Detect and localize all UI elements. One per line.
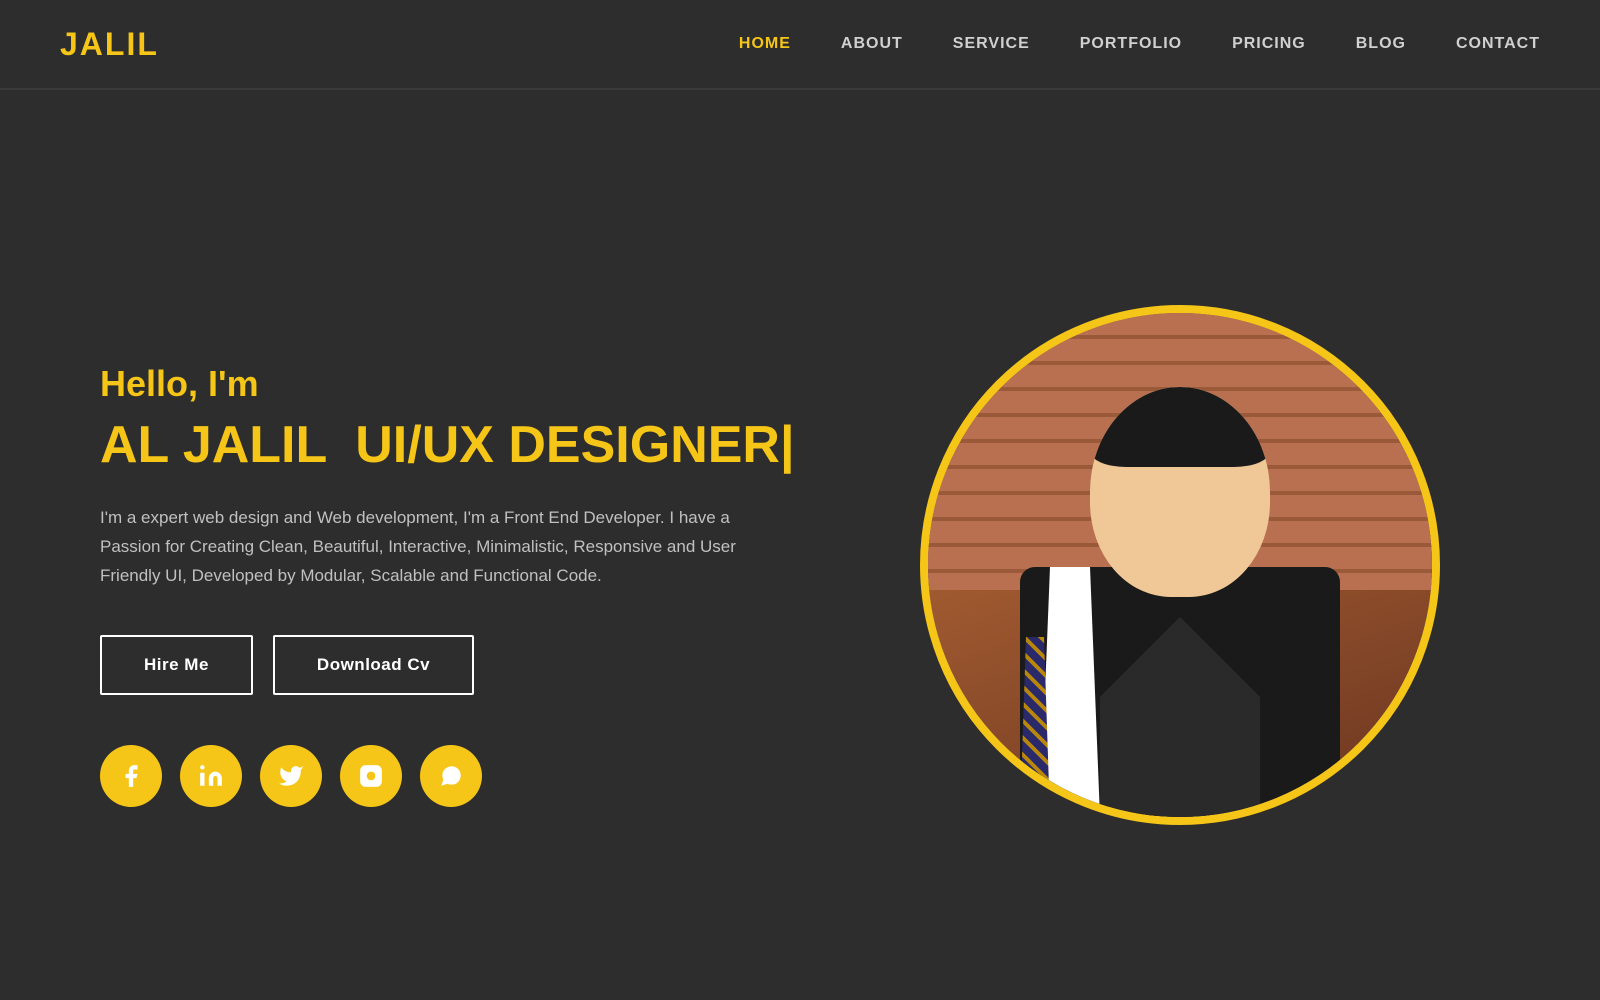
greeting-text: Hello, I'm bbox=[100, 363, 800, 405]
person-suit bbox=[1020, 567, 1340, 817]
nav-blog[interactable]: BLOG bbox=[1356, 35, 1406, 52]
person-head bbox=[1090, 387, 1270, 597]
hero-content: Hello, I'm AL JALIL UI/UX DESIGNER| I'm … bbox=[100, 363, 800, 808]
name-title: AL JALIL UI/UX DESIGNER| bbox=[100, 417, 800, 474]
hero-profile bbox=[920, 305, 1440, 825]
hero-section: Hello, I'm AL JALIL UI/UX DESIGNER| I'm … bbox=[0, 90, 1600, 1000]
nav-links: HOME ABOUT SERVICE PORTFOLIO PRICING BLO… bbox=[739, 35, 1540, 53]
profile-image-circle bbox=[920, 305, 1440, 825]
person-tie bbox=[1020, 637, 1050, 817]
download-cv-button[interactable]: Download Cv bbox=[273, 635, 474, 695]
facebook-icon[interactable] bbox=[100, 745, 162, 807]
title-text: UI/UX DESIGNER| bbox=[355, 416, 794, 474]
nav-contact[interactable]: CONTACT bbox=[1456, 35, 1540, 52]
nav-pricing[interactable]: PRICING bbox=[1232, 35, 1306, 52]
hire-me-button[interactable]: Hire Me bbox=[100, 635, 253, 695]
linkedin-icon[interactable] bbox=[180, 745, 242, 807]
whatsapp-icon[interactable] bbox=[420, 745, 482, 807]
name-text: AL JALIL bbox=[100, 416, 326, 474]
lapel-right bbox=[1180, 617, 1260, 817]
nav-about[interactable]: ABOUT bbox=[841, 35, 903, 52]
social-icons bbox=[100, 745, 800, 807]
lapel-left bbox=[1100, 617, 1180, 817]
profile-placeholder bbox=[928, 313, 1432, 817]
nav-home[interactable]: HOME bbox=[739, 35, 791, 52]
instagram-icon[interactable] bbox=[340, 745, 402, 807]
logo[interactable]: JALIL bbox=[60, 26, 159, 63]
description-text: I'm a expert web design and Web developm… bbox=[100, 504, 780, 591]
nav-portfolio[interactable]: PORTFOLIO bbox=[1080, 35, 1182, 52]
nav-service[interactable]: SERVICE bbox=[953, 35, 1030, 52]
twitter-icon[interactable] bbox=[260, 745, 322, 807]
navbar: JALIL HOME ABOUT SERVICE PORTFOLIO PRICI… bbox=[0, 0, 1600, 90]
cta-buttons: Hire Me Download Cv bbox=[100, 635, 800, 695]
person-body bbox=[928, 439, 1432, 817]
person-hair bbox=[1090, 387, 1270, 467]
